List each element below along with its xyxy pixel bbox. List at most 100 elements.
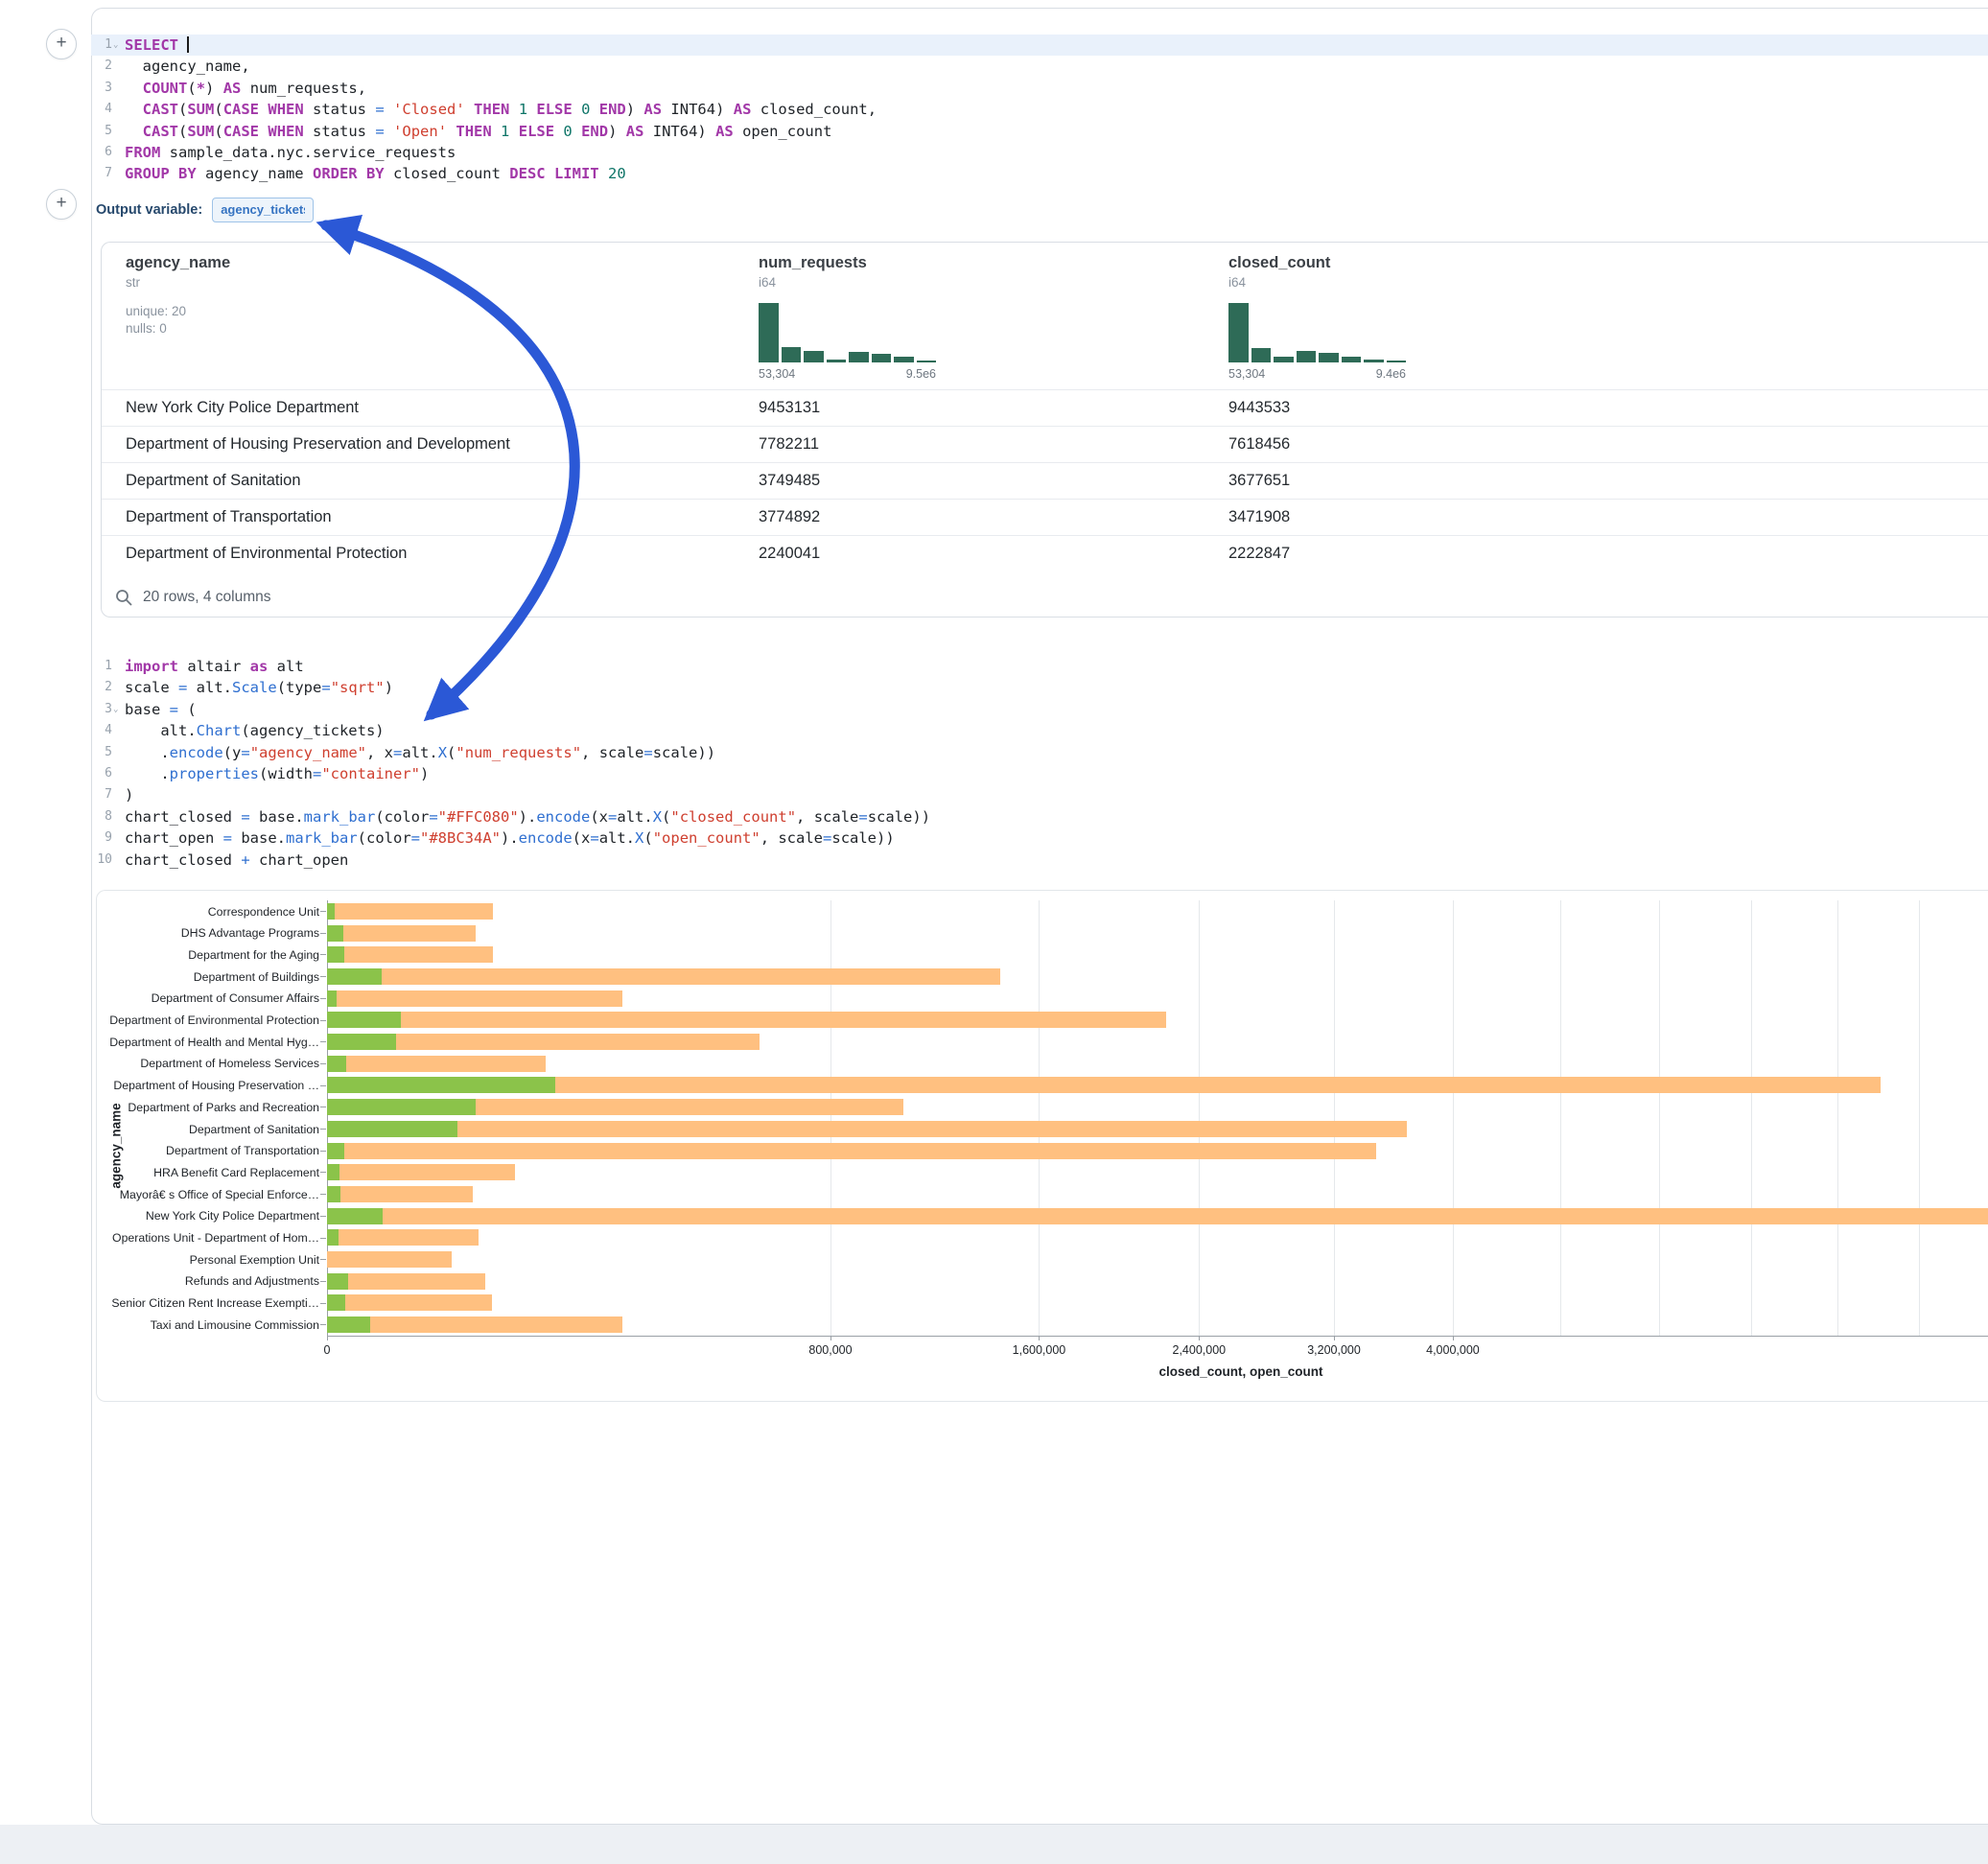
open-count-bar [327,1229,339,1246]
histogram-bar [782,347,802,362]
code-line-text: base = ( [122,699,197,720]
y-axis-tick-label: Department of Buildings [97,970,319,984]
sql-line[interactable]: 6FROM sample_data.nyc.service_requests [91,142,1988,163]
column-header[interactable]: closed_counti64 [1228,254,1330,290]
python-line[interactable]: 7) [91,784,1988,805]
histogram-bar [849,352,869,362]
table-cell: Department of Sanitation [126,463,301,499]
column-header[interactable]: agency_namestr [126,254,230,290]
gridline [1659,900,1660,1336]
sql-line[interactable]: 1⌄SELECT [91,35,1988,56]
code-line-text: ) [122,784,133,805]
sql-line[interactable]: 5 CAST(SUM(CASE WHEN status = 'Open' THE… [91,121,1988,142]
table-row[interactable]: Department of Transportation377489234719… [102,499,1988,535]
histogram-bar [1228,303,1249,362]
sql-line[interactable]: 2 agency_name, [91,56,1988,77]
python-line[interactable]: 10chart_closed + chart_open [91,850,1988,871]
code-line-text: GROUP BY agency_name ORDER BY closed_cou… [122,163,626,184]
histogram-bar [827,360,847,362]
line-number: 2 [91,56,122,77]
page-bottom-gutter [0,1825,1988,1864]
table-cell: 3677651 [1228,463,1290,499]
fold-caret-icon[interactable]: ⌄ [113,699,118,720]
column-histogram [1228,303,1406,362]
open-count-bar [327,925,343,942]
sql-line[interactable]: 4 CAST(SUM(CASE WHEN status = 'Closed' T… [91,99,1988,120]
open-count-bar [327,1294,345,1311]
histogram-bar [1319,353,1339,362]
open-count-bar [327,1099,476,1115]
gridline [1560,900,1561,1336]
fold-caret-icon[interactable]: ⌄ [113,35,118,56]
y-axis-tick-label: Department of Sanitation [97,1123,319,1136]
add-cell-button-top[interactable]: + [46,29,77,59]
y-axis-tick [320,1194,326,1195]
table-row[interactable]: New York City Police Department945313194… [102,389,1988,426]
open-count-bar [327,1034,396,1050]
python-editor[interactable]: 1import altair as alt2scale = alt.Scale(… [91,656,1988,871]
table-row[interactable]: Department of Housing Preservation and D… [102,426,1988,462]
line-number: 5 [91,742,122,763]
code-line-text: CAST(SUM(CASE WHEN status = 'Closed' THE… [122,99,877,120]
python-line[interactable]: 4 alt.Chart(agency_tickets) [91,720,1988,741]
histogram-bar [894,357,914,362]
open-count-bar [327,990,337,1007]
open-count-bar [327,1316,370,1333]
y-axis-tick [320,1216,326,1217]
python-line[interactable]: 5 .encode(y="agency_name", x=alt.X("num_… [91,742,1988,763]
output-variable-chip[interactable]: agency_tickets [212,198,314,222]
line-number: 4 [91,99,122,120]
histogram-bar [1251,348,1272,362]
histogram-bar [872,354,892,362]
y-axis-tick-label: Operations Unit - Department of Hom… [97,1231,319,1245]
sql-line[interactable]: 3 COUNT(*) AS num_requests, [91,78,1988,99]
python-line[interactable]: 6 .properties(width="container") [91,763,1988,784]
add-cell-button-middle[interactable]: + [46,189,77,220]
code-line-text: .properties(width="container") [122,763,429,784]
text-cursor [187,36,189,53]
histogram-bar [804,351,824,362]
closed-count-bar [327,903,493,920]
y-axis-tick-label: Correspondence Unit [97,905,319,919]
y-axis-tick-label: New York City Police Department [97,1209,319,1223]
y-axis-tick-label: Mayorâ€ s Office of Special Enforce… [97,1188,319,1201]
code-line-text: chart_open = base.mark_bar(color="#8BC34… [122,827,895,849]
line-number: 9 [91,827,122,849]
line-number: 3 [91,78,122,99]
search-icon[interactable] [115,589,133,607]
y-axis-tick [320,954,326,955]
x-axis-tick [830,1336,831,1340]
gridline [830,900,831,1336]
table-cell: 7618456 [1228,427,1290,462]
table-cell: 9453131 [759,390,820,426]
gridline [1199,900,1200,1336]
open-count-bar [327,903,335,920]
column-histogram [759,303,936,362]
chart-plot-area[interactable]: closed_count, open_count 0800,0001,600,0… [327,900,1988,1336]
gridline [1837,900,1838,1336]
y-axis-tick-label: Department of Homeless Services [97,1057,319,1070]
table-cell: 2240041 [759,536,820,571]
python-line[interactable]: 3⌄base = ( [91,699,1988,720]
closed-count-bar [327,1056,546,1072]
closed-count-bar [327,990,622,1007]
table-row[interactable]: Department of Sanitation37494853677651 [102,462,1988,499]
python-line[interactable]: 1import altair as alt [91,656,1988,677]
sql-editor[interactable]: 1⌄SELECT 2 agency_name,3 COUNT(*) AS num… [91,35,1988,185]
table-cell: 7782211 [759,427,819,462]
table-row[interactable]: Department of Environmental Protection 22… [102,535,1988,571]
python-line[interactable]: 2scale = alt.Scale(type="sqrt") [91,677,1988,698]
table-cell: 3774892 [759,500,820,535]
y-axis-tick [320,976,326,977]
closed-count-bar [327,1121,1407,1137]
table-cell: Department of Environmental Protection [126,536,407,571]
column-header[interactable]: num_requestsi64 [759,254,867,290]
column-type: i64 [1228,275,1330,290]
x-axis-tick [327,1336,328,1340]
line-number: 7 [91,784,122,805]
closed-count-bar [327,1164,515,1180]
python-line[interactable]: 9chart_open = base.mark_bar(color="#8BC3… [91,827,1988,849]
python-line[interactable]: 8chart_closed = base.mark_bar(color="#FF… [91,806,1988,827]
notebook-page: + + 1⌄SELECT 2 agency_name,3 COUNT(*) AS… [0,0,1988,1864]
sql-line[interactable]: 7GROUP BY agency_name ORDER BY closed_co… [91,163,1988,184]
